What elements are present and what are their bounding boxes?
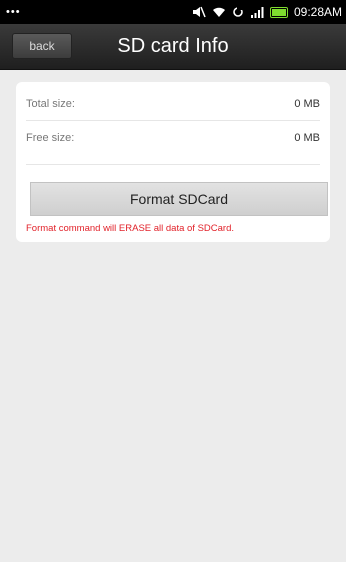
free-size-value: 0 MB — [294, 132, 320, 144]
status-icons: 09:28AM — [192, 5, 342, 19]
free-size-label: Free size: — [26, 132, 75, 144]
page-title: SD card Info — [117, 35, 229, 57]
wifi-icon — [212, 7, 226, 18]
divider — [26, 164, 320, 165]
format-warning-text: Format command will ERASE all data of SD… — [26, 223, 235, 234]
free-size-row: Free size: 0 MB — [26, 126, 320, 150]
format-sdcard-button[interactable]: Format SDCard — [30, 182, 328, 216]
title-bar: back SD card Info — [0, 24, 346, 70]
sync-icon — [232, 6, 244, 18]
mute-icon — [192, 6, 206, 18]
sd-info-card: Total size: 0 MB Free size: 0 MB Format … — [16, 82, 330, 242]
clock: 09:28AM — [293, 5, 342, 19]
total-size-label: Total size: — [26, 98, 75, 110]
total-size-row: Total size: 0 MB — [26, 92, 320, 116]
status-bar: ••• 09:28AM — [0, 0, 346, 24]
divider — [26, 120, 320, 121]
back-button[interactable]: back — [12, 33, 72, 59]
battery-icon — [269, 6, 288, 18]
total-size-value: 0 MB — [294, 98, 320, 110]
notification-dots: ••• — [6, 6, 21, 18]
signal-icon — [250, 6, 264, 18]
